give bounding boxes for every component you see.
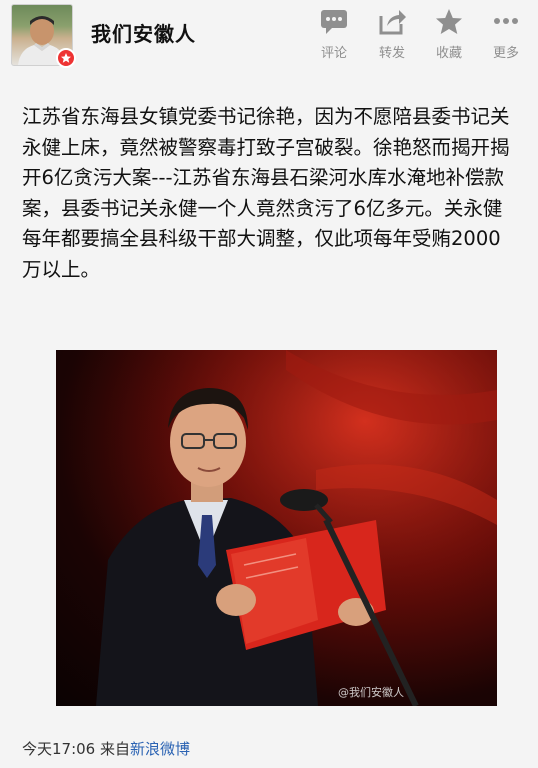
- forward-icon: [379, 10, 406, 35]
- more-label: 更多: [492, 46, 519, 61]
- source-prefix: 来自: [100, 740, 131, 758]
- post-content: 江苏省东海县女镇党委书记徐艳，因为不愿陪县委书记关永健上床，竟然被警察毒打致子宫…: [22, 105, 510, 281]
- more-button[interactable]: 更多: [481, 8, 531, 61]
- forward-label: 转发: [378, 46, 405, 61]
- timestamp: 今天17:06: [22, 740, 96, 758]
- more-icon: [494, 18, 518, 24]
- author-name[interactable]: 我们安徽人: [91, 18, 196, 47]
- favorite-label: 收藏: [435, 46, 462, 61]
- comment-label: 评论: [320, 46, 347, 61]
- speaker-photo: [56, 350, 497, 706]
- favorite-button[interactable]: 收藏: [424, 8, 474, 61]
- comment-icon: [321, 10, 347, 34]
- image-watermark: @我们安徽人: [338, 686, 404, 699]
- star-icon: [436, 9, 462, 34]
- comment-button[interactable]: 评论: [309, 8, 359, 61]
- post-header: 我们安徽人 评论 转发 收藏 更多: [0, 0, 538, 76]
- forward-button[interactable]: 转发: [367, 8, 417, 61]
- post-image[interactable]: @我们安徽人: [56, 350, 497, 706]
- verified-badge-icon: [56, 48, 76, 68]
- source-link[interactable]: 新浪微博: [130, 740, 190, 758]
- post-footer: 今天17:06 来自新浪微博: [22, 738, 190, 759]
